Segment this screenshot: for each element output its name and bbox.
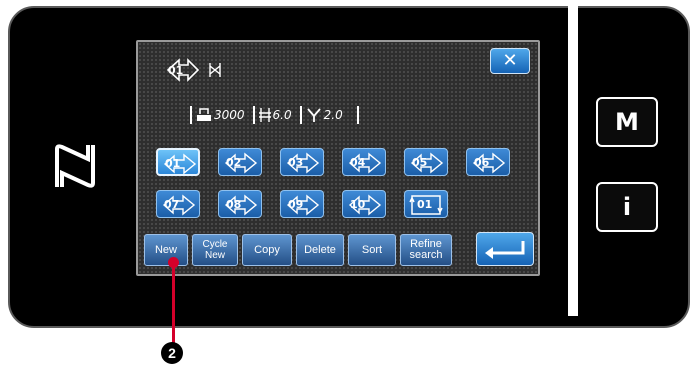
enter-icon <box>485 241 525 259</box>
pattern-button-05[interactable]: 05 <box>404 148 448 176</box>
pattern-number: 09 <box>288 198 304 211</box>
speed-value: 3000 <box>214 108 245 122</box>
new-button[interactable]: New <box>144 234 188 266</box>
enter-button[interactable] <box>476 232 534 266</box>
pattern-info-line: 3000 6.0 2.0 <box>186 104 363 126</box>
pattern-number: 08 <box>226 198 242 211</box>
cycle-pattern-number: 01 <box>417 198 433 211</box>
pattern-number: 06 <box>474 156 490 169</box>
pattern-button-06[interactable]: 06 <box>466 148 510 176</box>
cycle-pattern-button[interactable]: 01 <box>404 190 448 218</box>
bobbin-icon <box>306 108 321 122</box>
pattern-button-07[interactable]: 07 <box>156 190 200 218</box>
pattern-button-09[interactable]: 09 <box>280 190 324 218</box>
stitch-length-icon <box>258 108 271 122</box>
close-button[interactable]: ✕ <box>490 48 530 74</box>
callout-number: 2 <box>161 342 183 364</box>
pattern-button-03[interactable]: 03 <box>280 148 324 176</box>
stitch-length-value: 6.0 <box>272 108 292 122</box>
callout-leader-line <box>172 262 175 344</box>
refine-search-button[interactable]: Refine search <box>400 234 452 266</box>
pattern-button-10[interactable]: 10 <box>342 190 386 218</box>
bobbin-value: 2.0 <box>323 108 343 122</box>
cycle-new-button[interactable]: Cycle New <box>192 234 238 266</box>
touch-screen: ✕ 01 3000 6.0 2.0 01 02 03 04 05 06 07 08 09 10 0… <box>136 40 540 276</box>
pattern-number: 07 <box>164 198 180 211</box>
pattern-button-08[interactable]: 08 <box>218 190 262 218</box>
pattern-number: 04 <box>350 156 366 169</box>
delete-button[interactable]: Delete <box>296 234 344 266</box>
pattern-number: 05 <box>412 156 428 169</box>
header-pattern-number: 01 <box>168 64 184 77</box>
sort-button[interactable]: Sort <box>348 234 396 266</box>
pattern-number: 10 <box>350 198 366 211</box>
nfc-icon <box>55 144 95 188</box>
pattern-button-01[interactable]: 01 <box>156 148 200 176</box>
pattern-button-02[interactable]: 02 <box>218 148 262 176</box>
pattern-button-04[interactable]: 04 <box>342 148 386 176</box>
speed-icon <box>197 108 211 121</box>
information-button[interactable]: i <box>596 182 658 232</box>
pattern-number: 03 <box>288 156 304 169</box>
pattern-number: 01 <box>165 157 181 170</box>
panel-divider <box>568 4 578 316</box>
mode-button[interactable]: M <box>596 97 658 147</box>
pattern-number: 02 <box>226 156 242 169</box>
stitch-type-icon <box>209 63 221 77</box>
copy-button[interactable]: Copy <box>242 234 292 266</box>
